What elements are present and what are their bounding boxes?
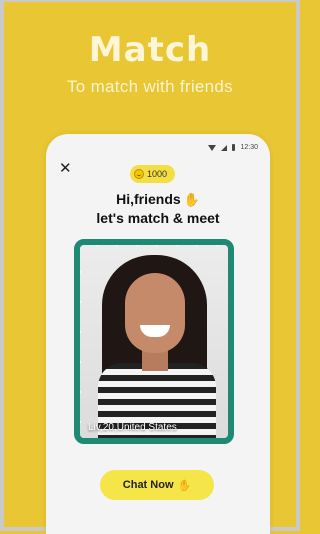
profile-photo-face (125, 273, 185, 353)
profile-card[interactable]: Liv,20,United States (74, 239, 234, 444)
greeting-text: Hi,friends (116, 191, 181, 207)
phone-mockup: 12:30 ✕ 1000 Hi,friends ✋ let's match & m… (46, 134, 270, 534)
promo-title: Match (88, 30, 212, 70)
chat-now-label: Chat Now (122, 479, 174, 491)
coin-icon (134, 169, 144, 179)
promo-subtitle: To match with friends (67, 77, 233, 96)
coin-count: 1000 (147, 169, 168, 179)
chat-now-button[interactable]: Chat Now ✋ (100, 470, 214, 500)
greeting-line-2: let's match & meet (96, 210, 220, 226)
greeting-line-1: Hi,friends ✋ (46, 191, 270, 208)
waving-hand-icon: ✋ (177, 479, 192, 492)
signal-icon (221, 144, 228, 151)
status-time: 12:30 (240, 144, 258, 151)
status-bar: 12:30 (208, 144, 258, 151)
waving-hand-icon: ✋ (183, 192, 200, 207)
coin-balance-badge: 1000 (130, 165, 176, 183)
profile-caption: Liv,20,United States (88, 422, 177, 433)
wifi-icon (208, 144, 217, 151)
battery-icon (232, 144, 236, 151)
close-icon[interactable]: ✕ (59, 161, 72, 176)
